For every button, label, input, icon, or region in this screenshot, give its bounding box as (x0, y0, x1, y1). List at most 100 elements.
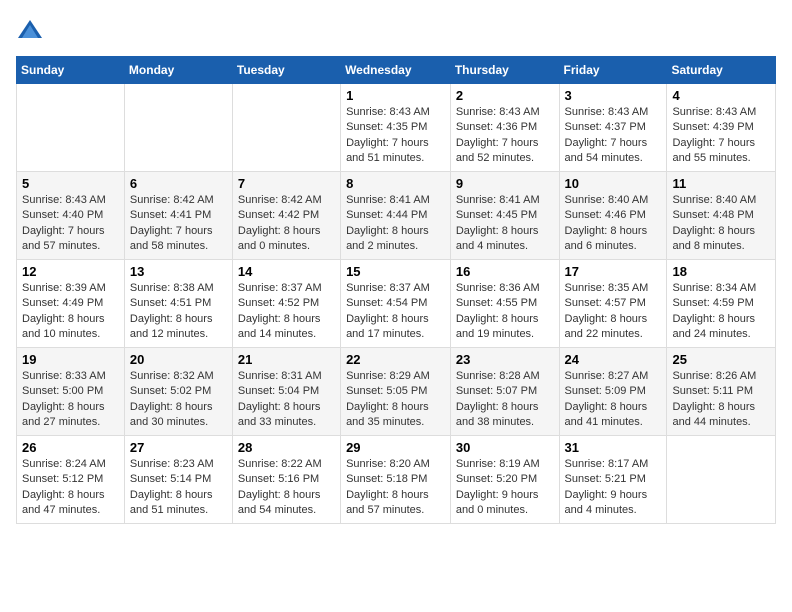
day-detail: Sunrise: 8:42 AMSunset: 4:41 PMDaylight:… (130, 193, 227, 255)
calendar-cell: 20 Sunrise: 8:32 AMSunset: 5:02 PMDayligh… (124, 348, 232, 436)
calendar-cell: 29 Sunrise: 8:20 AMSunset: 5:18 PMDayligh… (341, 436, 451, 524)
calendar-cell: 10 Sunrise: 8:40 AMSunset: 4:46 PMDayligh… (559, 172, 667, 260)
calendar-cell: 6 Sunrise: 8:42 AMSunset: 4:41 PMDaylight… (124, 172, 232, 260)
day-number: 7 (238, 176, 335, 191)
week-row-5: 26Sunrise: 8:24 AMSunset: 5:12 PMDayligh… (17, 436, 776, 524)
day-number: 29 (346, 440, 445, 455)
day-number: 10 (565, 176, 662, 191)
day-number: 15 (346, 264, 445, 279)
day-detail: Sunrise: 8:37 AMSunset: 4:54 PMDaylight:… (346, 281, 445, 343)
day-detail: Sunrise: 8:26 AMSunset: 5:11 PMDaylight:… (672, 369, 770, 431)
day-number: 13 (130, 264, 227, 279)
day-detail: Sunrise: 8:27 AMSunset: 5:09 PMDaylight:… (565, 369, 662, 431)
week-row-3: 12 Sunrise: 8:39 AMSunset: 4:49 PMDayligh… (17, 260, 776, 348)
week-row-4: 19 Sunrise: 8:33 AMSunset: 5:00 PMDayligh… (17, 348, 776, 436)
calendar-cell: 3 Sunrise: 8:43 AMSunset: 4:37 PMDaylight… (559, 84, 667, 172)
calendar-cell: 19 Sunrise: 8:33 AMSunset: 5:00 PMDayligh… (17, 348, 125, 436)
day-number: 16 (456, 264, 554, 279)
day-number: 24 (565, 352, 662, 367)
weekday-header-saturday: Saturday (667, 57, 776, 84)
calendar-cell: 25 Sunrise: 8:26 AMSunset: 5:11 PMDayligh… (667, 348, 776, 436)
weekday-header-thursday: Thursday (450, 57, 559, 84)
day-detail: Sunrise: 8:43 AMSunset: 4:39 PMDaylight:… (672, 105, 770, 167)
calendar-cell: 24 Sunrise: 8:27 AMSunset: 5:09 PMDayligh… (559, 348, 667, 436)
day-detail: Sunrise: 8:22 AMSunset: 5:16 PMDaylight:… (238, 457, 335, 519)
day-detail: Sunrise: 8:20 AMSunset: 5:18 PMDaylight:… (346, 457, 445, 519)
calendar-cell (232, 84, 340, 172)
calendar-cell: 22Sunrise: 8:29 AMSunset: 5:05 PMDayligh… (341, 348, 451, 436)
day-detail: Sunrise: 8:43 AMSunset: 4:40 PMDaylight:… (22, 193, 119, 255)
day-number: 5 (22, 176, 119, 191)
day-number: 2 (456, 88, 554, 103)
weekday-header-tuesday: Tuesday (232, 57, 340, 84)
day-number: 14 (238, 264, 335, 279)
calendar-cell: 14 Sunrise: 8:37 AMSunset: 4:52 PMDayligh… (232, 260, 340, 348)
day-number: 9 (456, 176, 554, 191)
calendar-cell: 31 Sunrise: 8:17 AMSunset: 5:21 PMDayligh… (559, 436, 667, 524)
calendar-cell (667, 436, 776, 524)
day-detail: Sunrise: 8:35 AMSunset: 4:57 PMDaylight:… (565, 281, 662, 343)
calendar-cell: 13 Sunrise: 8:38 AMSunset: 4:51 PMDayligh… (124, 260, 232, 348)
week-row-2: 5 Sunrise: 8:43 AMSunset: 4:40 PMDaylight… (17, 172, 776, 260)
day-detail: Sunrise: 8:40 AMSunset: 4:48 PMDaylight:… (672, 193, 770, 255)
calendar-cell: 8Sunrise: 8:41 AMSunset: 4:44 PMDaylight… (341, 172, 451, 260)
day-number: 22 (346, 352, 445, 367)
day-detail: Sunrise: 8:39 AMSunset: 4:49 PMDaylight:… (22, 281, 119, 343)
day-detail: Sunrise: 8:28 AMSunset: 5:07 PMDaylight:… (456, 369, 554, 431)
day-number: 6 (130, 176, 227, 191)
week-row-1: 1Sunrise: 8:43 AMSunset: 4:35 PMDaylight… (17, 84, 776, 172)
day-detail: Sunrise: 8:32 AMSunset: 5:02 PMDaylight:… (130, 369, 227, 431)
calendar-cell: 26Sunrise: 8:24 AMSunset: 5:12 PMDayligh… (17, 436, 125, 524)
day-detail: Sunrise: 8:38 AMSunset: 4:51 PMDaylight:… (130, 281, 227, 343)
day-number: 25 (672, 352, 770, 367)
calendar-cell: 15 Sunrise: 8:37 AMSunset: 4:54 PMDayligh… (341, 260, 451, 348)
calendar-cell: 2 Sunrise: 8:43 AMSunset: 4:36 PMDaylight… (450, 84, 559, 172)
day-detail: Sunrise: 8:42 AMSunset: 4:42 PMDaylight:… (238, 193, 335, 255)
day-detail: Sunrise: 8:34 AMSunset: 4:59 PMDaylight:… (672, 281, 770, 343)
day-number: 31 (565, 440, 662, 455)
day-number: 27 (130, 440, 227, 455)
day-number: 1 (346, 88, 445, 103)
day-number: 12 (22, 264, 119, 279)
day-detail: Sunrise: 8:41 AMSunset: 4:45 PMDaylight:… (456, 193, 554, 255)
day-number: 21 (238, 352, 335, 367)
weekday-header-wednesday: Wednesday (341, 57, 451, 84)
logo (16, 16, 48, 44)
logo-icon (16, 16, 44, 44)
weekday-header-sunday: Sunday (17, 57, 125, 84)
calendar-cell (17, 84, 125, 172)
page-header (16, 16, 776, 44)
calendar-cell: 16Sunrise: 8:36 AMSunset: 4:55 PMDayligh… (450, 260, 559, 348)
day-number: 3 (565, 88, 662, 103)
day-number: 17 (565, 264, 662, 279)
calendar-cell: 21Sunrise: 8:31 AMSunset: 5:04 PMDayligh… (232, 348, 340, 436)
day-detail: Sunrise: 8:43 AMSunset: 4:36 PMDaylight:… (456, 105, 554, 167)
day-detail: Sunrise: 8:40 AMSunset: 4:46 PMDaylight:… (565, 193, 662, 255)
calendar-cell (124, 84, 232, 172)
day-number: 19 (22, 352, 119, 367)
calendar-cell: 28 Sunrise: 8:22 AMSunset: 5:16 PMDayligh… (232, 436, 340, 524)
day-number: 4 (672, 88, 770, 103)
calendar-cell: 7 Sunrise: 8:42 AMSunset: 4:42 PMDaylight… (232, 172, 340, 260)
calendar-cell: 17 Sunrise: 8:35 AMSunset: 4:57 PMDayligh… (559, 260, 667, 348)
calendar-cell: 9 Sunrise: 8:41 AMSunset: 4:45 PMDaylight… (450, 172, 559, 260)
day-detail: Sunrise: 8:17 AMSunset: 5:21 PMDaylight:… (565, 457, 662, 519)
day-detail: Sunrise: 8:33 AMSunset: 5:00 PMDaylight:… (22, 369, 119, 431)
day-number: 23 (456, 352, 554, 367)
calendar-cell: 1Sunrise: 8:43 AMSunset: 4:35 PMDaylight… (341, 84, 451, 172)
calendar-cell: 30Sunrise: 8:19 AMSunset: 5:20 PMDayligh… (450, 436, 559, 524)
calendar-cell: 18 Sunrise: 8:34 AMSunset: 4:59 PMDayligh… (667, 260, 776, 348)
day-detail: Sunrise: 8:41 AMSunset: 4:44 PMDaylight:… (346, 193, 445, 255)
day-detail: Sunrise: 8:23 AMSunset: 5:14 PMDaylight:… (130, 457, 227, 519)
day-number: 18 (672, 264, 770, 279)
calendar-cell: 5 Sunrise: 8:43 AMSunset: 4:40 PMDaylight… (17, 172, 125, 260)
day-number: 20 (130, 352, 227, 367)
day-detail: Sunrise: 8:37 AMSunset: 4:52 PMDaylight:… (238, 281, 335, 343)
calendar-cell: 4 Sunrise: 8:43 AMSunset: 4:39 PMDaylight… (667, 84, 776, 172)
day-number: 28 (238, 440, 335, 455)
calendar-cell: 23 Sunrise: 8:28 AMSunset: 5:07 PMDayligh… (450, 348, 559, 436)
calendar-cell: 11 Sunrise: 8:40 AMSunset: 4:48 PMDayligh… (667, 172, 776, 260)
weekday-header-row: SundayMondayTuesdayWednesdayThursdayFrid… (17, 57, 776, 84)
day-detail: Sunrise: 8:43 AMSunset: 4:37 PMDaylight:… (565, 105, 662, 167)
day-number: 11 (672, 176, 770, 191)
